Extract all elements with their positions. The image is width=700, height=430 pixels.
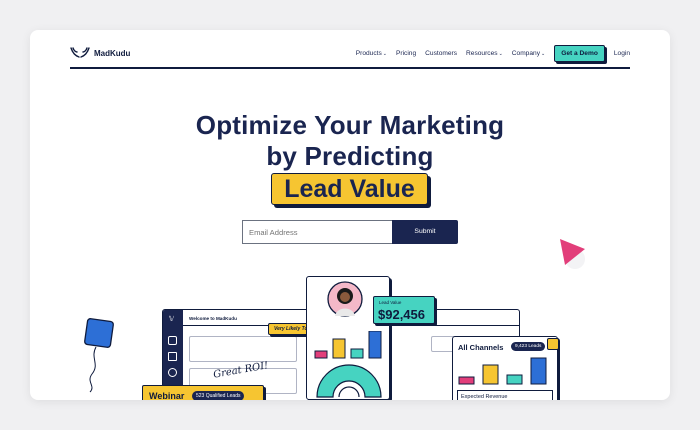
lead-value-label: Lead Value bbox=[379, 300, 402, 305]
chevron-down-icon: ⌄ bbox=[498, 50, 503, 57]
page-frame: MadKudu Products⌄ Pricing Customers Reso… bbox=[30, 30, 670, 400]
expected-revenue-field: Expected Revenue bbox=[457, 390, 553, 400]
email-input[interactable] bbox=[242, 220, 393, 244]
webinar-badge: 523 Qualified Leads bbox=[192, 391, 245, 400]
chevron-down-icon: ⌄ bbox=[541, 50, 546, 57]
nav-divider bbox=[70, 67, 630, 69]
users-icon bbox=[168, 336, 177, 345]
channels-badge: 9,423 Leads bbox=[511, 342, 546, 351]
brand-logo[interactable]: MadKudu bbox=[70, 47, 130, 59]
sticky-corner bbox=[547, 338, 559, 350]
balloon-square-icon bbox=[84, 318, 114, 393]
login-link[interactable]: Login bbox=[614, 50, 630, 57]
nav-item-customers[interactable]: Customers bbox=[425, 50, 457, 57]
nav-item-products[interactable]: Products⌄ bbox=[356, 50, 387, 57]
profile-icon bbox=[168, 352, 177, 361]
brand-name: MadKudu bbox=[94, 48, 131, 58]
chevron-down-icon: ⌄ bbox=[382, 50, 387, 57]
nav-item-pricing[interactable]: Pricing bbox=[396, 50, 416, 57]
nav-menu: Products⌄ Pricing Customers Resources⌄ C… bbox=[356, 40, 630, 66]
lead-card bbox=[306, 276, 390, 400]
hero-highlight: Lead Value bbox=[271, 173, 428, 205]
lead-avatar bbox=[327, 281, 363, 317]
app-title: Welcome to MadKudu bbox=[189, 316, 237, 321]
hero-line-1: Optimize Your Marketing bbox=[195, 110, 505, 140]
hero-line-2: by Predicting bbox=[266, 141, 434, 171]
hero-heading: Optimize Your Marketing by Predicting bbox=[30, 110, 670, 172]
kudu-horns-icon bbox=[70, 47, 90, 58]
webinar-label: Webinar bbox=[149, 391, 185, 400]
channels-title: All Channels bbox=[458, 343, 504, 352]
play-triangle-icon bbox=[560, 239, 585, 269]
lead-gauge bbox=[316, 364, 382, 398]
settings-icon bbox=[168, 368, 177, 377]
submit-button[interactable]: Submit bbox=[392, 220, 458, 244]
get-demo-button[interactable]: Get a Demo bbox=[554, 44, 605, 62]
channels-bar-chart bbox=[458, 357, 547, 385]
lead-value-badge: Lead Value $92,456 bbox=[373, 296, 435, 324]
webinar-tag: Webinar 523 Qualified Leads bbox=[142, 385, 264, 400]
nav-item-company[interactable]: Company⌄ bbox=[512, 50, 545, 57]
lead-bar-chart bbox=[314, 331, 382, 359]
kudu-mini-icon: 𝕍 bbox=[169, 316, 175, 323]
lead-value-amount: $92,456 bbox=[378, 307, 425, 322]
top-nav: MadKudu Products⌄ Pricing Customers Reso… bbox=[70, 40, 630, 66]
nav-item-resources[interactable]: Resources⌄ bbox=[466, 50, 503, 57]
channels-card: All Channels 9,423 Leads Expected Revenu… bbox=[452, 336, 559, 400]
app-field-1 bbox=[189, 336, 297, 362]
